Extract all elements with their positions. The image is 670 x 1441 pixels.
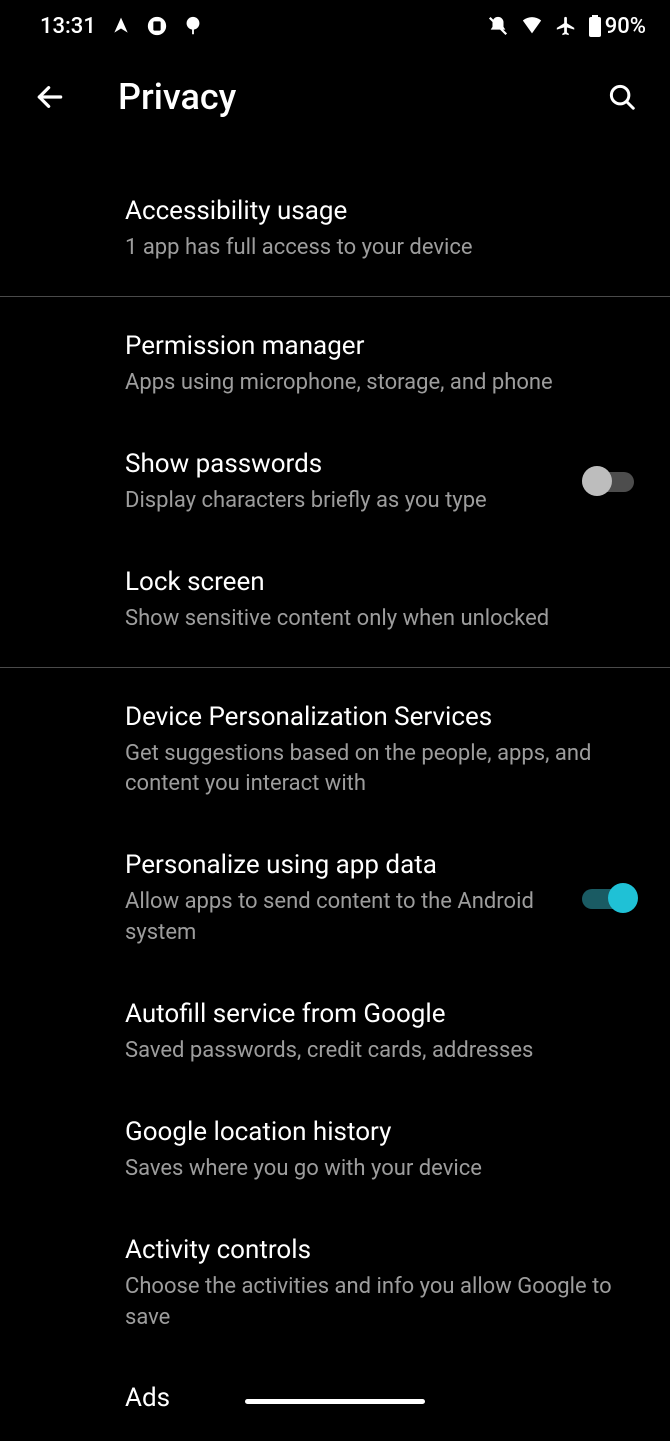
setting-subtitle: Apps using microphone, storage, and phon… <box>125 368 626 399</box>
setting-subtitle: Show sensitive content only when unlocke… <box>125 604 626 635</box>
show-passwords-toggle[interactable] <box>582 466 640 498</box>
setting-title: Activity controls <box>125 1233 626 1268</box>
settings-list: Accessibility usage 1 app has full acces… <box>0 142 670 1441</box>
divider <box>0 667 670 668</box>
setting-title: Accessibility usage <box>125 194 626 229</box>
nav-handle[interactable] <box>245 1399 425 1404</box>
setting-title: Google location history <box>125 1115 626 1150</box>
setting-subtitle: Saved passwords, credit cards, addresses <box>125 1036 626 1067</box>
setting-title: Autofill service from Google <box>125 997 626 1032</box>
personalize-app-data-toggle[interactable] <box>582 883 640 915</box>
tree-icon <box>182 15 204 37</box>
setting-autofill-google[interactable]: Autofill service from Google Saved passw… <box>0 973 670 1091</box>
shield-icon <box>146 15 168 37</box>
setting-accessibility-usage[interactable]: Accessibility usage 1 app has full acces… <box>0 170 670 288</box>
setting-title: Device Personalization Services <box>125 700 626 735</box>
send-arrow-icon <box>110 15 132 37</box>
setting-subtitle: 1 app has full access to your device <box>125 233 626 264</box>
airplane-icon <box>555 15 577 37</box>
setting-subtitle: Saves where you go with your device <box>125 1154 626 1185</box>
setting-personalize-app-data[interactable]: Personalize using app data Allow apps to… <box>0 824 670 973</box>
search-button[interactable] <box>602 77 642 117</box>
setting-title: Lock screen <box>125 565 626 600</box>
page-title: Privacy <box>118 76 602 118</box>
divider <box>0 296 670 297</box>
back-button[interactable] <box>30 77 70 117</box>
status-left: 13:31 <box>40 14 204 39</box>
setting-title: Permission manager <box>125 329 626 364</box>
setting-subtitle: Choose the activities and info you allow… <box>125 1272 626 1334</box>
setting-permission-manager[interactable]: Permission manager Apps using microphone… <box>0 305 670 423</box>
setting-subtitle: Allow apps to send content to the Androi… <box>125 887 568 949</box>
wifi-icon <box>521 15 543 37</box>
setting-activity-controls[interactable]: Activity controls Choose the activities … <box>0 1209 670 1358</box>
setting-device-personalization[interactable]: Device Personalization Services Get sugg… <box>0 676 670 825</box>
battery-pct: 90% <box>605 14 646 39</box>
setting-show-passwords[interactable]: Show passwords Display characters briefl… <box>0 423 670 541</box>
setting-subtitle: Get suggestions based on the people, app… <box>125 739 626 801</box>
dnd-bell-off-icon <box>487 15 509 37</box>
battery-status: 90% <box>589 14 646 39</box>
setting-subtitle: Display characters briefly as you type <box>125 486 568 517</box>
status-time: 13:31 <box>40 14 96 39</box>
setting-title: Show passwords <box>125 447 568 482</box>
status-bar: 13:31 90% <box>0 0 670 52</box>
app-bar: Privacy <box>0 52 670 142</box>
setting-location-history[interactable]: Google location history Saves where you … <box>0 1091 670 1209</box>
setting-lock-screen[interactable]: Lock screen Show sensitive content only … <box>0 541 670 659</box>
setting-title: Personalize using app data <box>125 848 568 883</box>
status-right: 90% <box>487 14 646 39</box>
